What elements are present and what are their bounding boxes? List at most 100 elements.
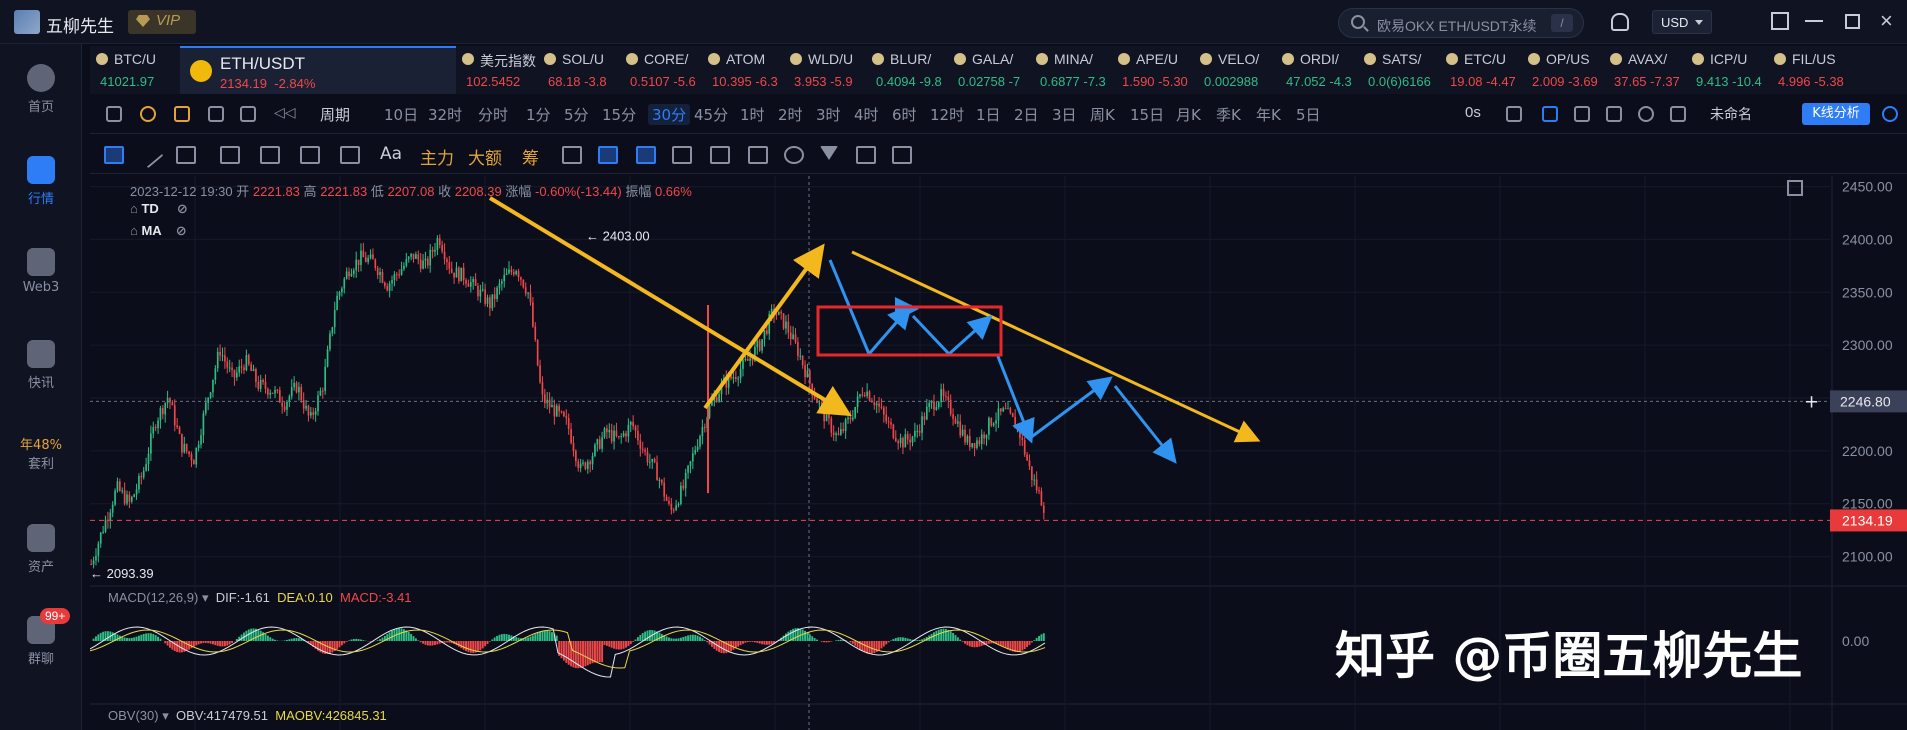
sidebar-item-home[interactable]: 首页 [0,52,82,122]
period-option[interactable]: 周K [1090,104,1115,125]
ticker-item[interactable]: BLUR/0.4094 -9.8 [866,46,948,94]
ticker-item[interactable]: CORE/0.5107 -5.6 [620,46,702,94]
wave-tool-icon[interactable] [300,146,320,164]
ticker-item[interactable]: ICP/U 9.413 -10.4 [1686,46,1768,94]
currency-select[interactable]: USD [1652,10,1712,34]
ticker-item[interactable]: GALA/0.02758 -7 [948,46,1030,94]
bell-icon[interactable] [1611,13,1629,31]
ticker-item[interactable]: MINA/0.6877 -7.3 [1030,46,1112,94]
period-option[interactable]: 12时 [930,104,964,125]
ticker-item[interactable]: AVAX/37.65 -7.37 [1604,46,1686,94]
period-option[interactable]: 32时 [428,104,462,125]
period-option[interactable]: 1日 [976,104,1001,125]
ticker-item[interactable]: ATOM 10.395 -6.3 [702,46,784,94]
macd-bar [169,641,171,648]
rectangle-tool-icon[interactable] [220,146,240,164]
ticker-item[interactable]: 美元指数 102.5452 [456,46,538,94]
sidebar-item-assets[interactable]: 资产 [0,512,82,582]
period-option[interactable]: 10日 [384,104,418,125]
period-option[interactable]: 2时 [778,104,803,125]
vip-badge[interactable]: VIP [128,10,196,34]
sidebar-item-arbitrage[interactable]: 年48% 套利 [0,420,82,490]
sidebar-item-chat[interactable]: 99+ 群聊 [0,604,82,674]
image-icon[interactable] [1606,106,1622,122]
pencil-icon[interactable] [1542,106,1558,122]
ticker-item[interactable]: SATS/0.0(6)6166 [1358,46,1440,94]
period-option[interactable]: 年K [1256,104,1281,125]
ticker-item[interactable]: OP/US 2.009 -3.69 [1522,46,1604,94]
trash-icon[interactable] [892,146,912,164]
kline-analysis-button[interactable]: K线分析 [1802,103,1870,125]
magnet-icon[interactable] [636,146,656,164]
ticker-item[interactable]: ETC/U 19.08 -4.47 [1440,46,1522,94]
ticker-item[interactable]: BTC/U 41021.97 [90,46,180,94]
template-icon[interactable] [1574,106,1590,122]
period-option[interactable]: 2日 [1014,104,1039,125]
candle-body [1038,490,1040,492]
edit-icon[interactable] [748,146,768,164]
chart-area[interactable]: 2450.002400.002350.002300.002250.002200.… [90,176,1907,730]
layout-icon[interactable] [1771,12,1789,30]
period-option[interactable]: 3日 [1052,104,1077,125]
chart-type-icon[interactable] [106,106,122,122]
large-order-tool[interactable]: 大额 [468,144,502,169]
period-option[interactable]: 15日 [1130,104,1164,125]
channel-tool-icon[interactable] [176,146,196,164]
lock-icon[interactable] [672,146,692,164]
ticker-item-active[interactable]: ETH/USDT 2134.19 -2.84% [180,46,456,94]
period-option[interactable]: 1时 [740,104,765,125]
chips-tool[interactable]: 筹 [522,144,539,169]
period-option[interactable]: 月K [1176,104,1201,125]
layout-grid-icon[interactable] [240,106,256,122]
period-option[interactable]: 5日 [1296,104,1321,125]
sync-icon[interactable] [856,146,876,164]
camera-icon[interactable] [1506,106,1522,122]
minimize-button[interactable] [1805,20,1823,22]
text-tool[interactable]: Aa [380,144,402,164]
period-option[interactable]: 1分 [526,104,551,125]
ticker-item[interactable]: APE/U 1.590 -5.30 [1112,46,1194,94]
trendline-tool-icon[interactable] [136,141,164,169]
main-force-tool[interactable]: 主力 [420,144,454,169]
link-icon[interactable] [784,146,804,164]
close-button[interactable]: × [1880,10,1898,32]
ticker-item[interactable]: WLD/U 3.953 -5.9 [784,46,866,94]
copy-icon[interactable] [710,146,730,164]
ma-indicator-label[interactable]: ⌂ MA ⊘ [130,223,187,239]
period-option[interactable]: 6时 [892,104,917,125]
period-option[interactable]: 4时 [854,104,879,125]
period-option[interactable]: 5分 [564,104,589,125]
fib-tool-icon[interactable] [260,146,280,164]
ruler-icon[interactable] [562,146,582,164]
search-input[interactable]: 欧易OKX ETH/USDT永续 / [1338,8,1584,38]
period-option[interactable]: 分时 [478,104,508,125]
sidebar-item-market[interactable]: 行情 [0,144,82,214]
period-option[interactable]: 3时 [816,104,841,125]
settings-icon[interactable] [174,106,190,122]
gear-icon[interactable] [1638,106,1654,122]
filter-icon[interactable] [820,146,838,164]
rewind-icon[interactable]: ◁◁ [274,104,296,120]
period-selector[interactable]: 周期 [320,104,350,125]
expand-icon[interactable] [1787,180,1803,196]
calendar-icon[interactable] [208,106,224,122]
ticker-item[interactable]: SOL/U 68.18 -3.8 [538,46,620,94]
ticker-item[interactable]: VELO/0.002988 [1194,46,1276,94]
indicator-icon[interactable] [140,106,156,122]
period-option[interactable]: 季K [1216,104,1241,125]
cloud-layout-button[interactable]: 未命名 [1710,104,1752,124]
period-option[interactable]: 45分 [694,104,728,125]
gann-tool-icon[interactable] [340,146,360,164]
fullscreen-icon[interactable] [1670,106,1686,122]
period-option[interactable]: 30分 [648,104,691,125]
period-option[interactable]: 15分 [602,104,636,125]
ticker-item[interactable]: ORDI/47.052 -4.3 [1276,46,1358,94]
td-indicator-label[interactable]: ⌂ TD ⊘ [130,201,188,217]
share-icon[interactable] [1882,106,1898,122]
brush-icon[interactable] [598,146,618,164]
sidebar-item-web3[interactable]: Web3 [0,236,82,306]
crosshair-tool-icon[interactable] [104,146,124,164]
maximize-button[interactable] [1845,14,1860,29]
ticker-item[interactable]: FIL/US 4.996 -5.38 [1768,46,1850,94]
sidebar-item-news[interactable]: 快讯 [0,328,82,398]
